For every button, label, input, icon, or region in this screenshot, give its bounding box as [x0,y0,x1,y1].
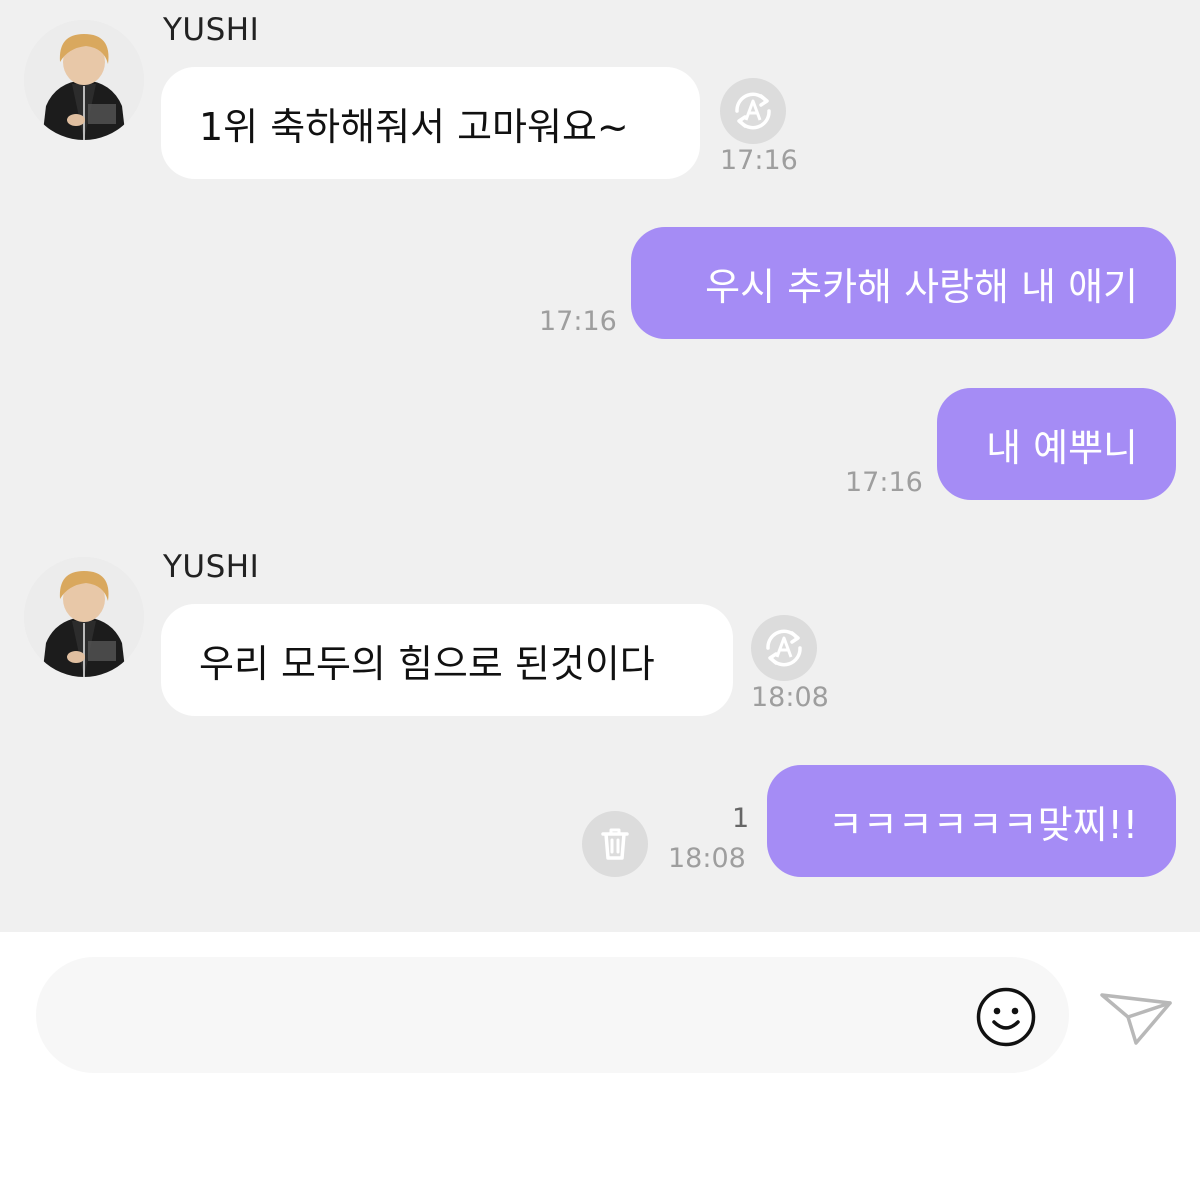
delete-button[interactable] [582,811,648,877]
unread-count: 1 [732,803,750,834]
translate-icon [735,92,771,130]
incoming-message-bubble[interactable]: 우리 모두의 힘으로 된것이다 [161,604,733,716]
outgoing-message-bubble[interactable]: 내 예뿌니 [937,388,1176,500]
message-timestamp: 18:08 [668,843,746,874]
send-button[interactable] [1098,985,1174,1049]
message-text: 우리 모두의 힘으로 된것이다 [199,641,655,686]
message-text: ㅋㅋㅋㅋㅋㅋ맞찌!! [827,802,1138,847]
translate-button[interactable] [720,78,786,144]
message-timestamp: 18:08 [751,682,829,713]
paper-plane-icon [1100,993,1172,1045]
incoming-message-bubble[interactable]: 1위 축하해줘서 고마워요~ [161,67,700,179]
message-text: 1위 축하해줘서 고마워요~ [199,104,629,149]
trash-icon [601,828,629,860]
emoji-button[interactable] [975,986,1037,1048]
sender-avatar[interactable] [24,557,144,677]
message-timestamp: 17:16 [845,467,923,498]
message-text: 우시 추카해 사랑해 내 애기 [705,264,1138,309]
message-text: 내 예뿌니 [986,425,1138,470]
sender-avatar[interactable] [24,20,144,140]
sender-name: YUSHI [163,549,260,585]
message-input[interactable] [76,957,960,1075]
outgoing-message-bubble[interactable]: 우시 추카해 사랑해 내 애기 [631,227,1176,339]
chat-message-list[interactable]: YUSHI 1위 축하해줘서 고마워요~ 17:16 우시 추카해 사랑해 내 … [0,0,1200,932]
sender-name: YUSHI [163,12,260,48]
smiley-icon [976,987,1036,1047]
outgoing-message-bubble[interactable]: ㅋㅋㅋㅋㅋㅋ맞찌!! [767,765,1176,877]
message-timestamp: 17:16 [539,306,617,337]
translate-button[interactable] [751,615,817,681]
message-timestamp: 17:16 [720,145,798,176]
translate-icon [766,629,802,667]
message-input-bar[interactable] [36,957,1069,1075]
